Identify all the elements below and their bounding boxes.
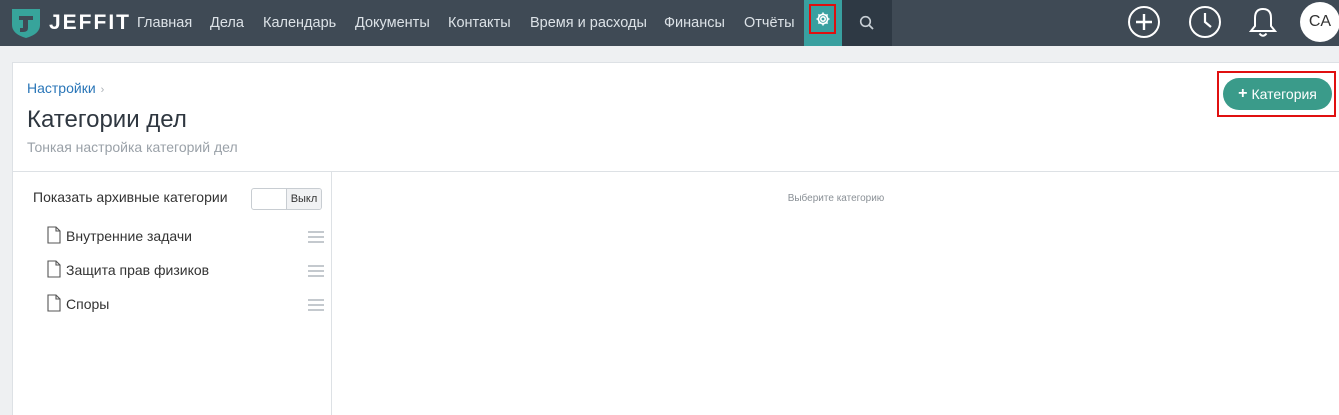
nav-item-home[interactable]: Главная [137,0,192,46]
category-item[interactable]: Внутренние задачи [47,226,325,248]
page-subtitle: Тонкая настройка категорий дел [27,139,238,155]
plus-circle-icon [1128,6,1160,38]
top-navbar: JEFFIT Главная Дела Календарь Документы … [0,0,1339,46]
breadcrumb-separator: › [100,84,105,96]
gear-icon [816,12,829,26]
empty-state-hint: Выберите категорию [787,193,885,204]
search-icon [859,15,874,30]
drag-handle-icon[interactable] [308,265,324,277]
show-archived-label: Показать архивные категории [33,189,228,205]
content-card: Настройки › Категории дел Тонкая настройк… [12,62,1339,415]
category-label: Защита прав физиков [66,262,210,278]
category-item[interactable]: Споры [47,294,325,316]
logo-shield-icon [12,9,40,38]
nav-item-cases[interactable]: Дела [210,0,244,46]
file-icon [47,294,61,312]
bell-icon [1248,7,1278,37]
category-label: Споры [66,296,110,312]
breadcrumb: Настройки › [27,80,104,96]
category-label: Внутренние задачи [66,228,192,244]
file-icon [47,260,61,278]
highlight-box: + Категория [1217,71,1336,117]
category-item[interactable]: Защита прав физиков [47,260,325,282]
page-title: Категории дел [27,106,187,133]
nav-item-documents[interactable]: Документы [355,0,430,46]
plus-icon: + [1238,85,1248,102]
user-avatar[interactable]: CA [1300,2,1339,42]
nav-item-contacts[interactable]: Контакты [448,0,511,46]
nav-item-reports[interactable]: Отчёты [744,0,795,46]
highlight-box [809,4,836,34]
clock-icon [1189,6,1221,38]
file-icon [47,226,61,244]
search-nav-button[interactable] [842,0,892,46]
breadcrumb-settings-link[interactable]: Настройки [27,80,96,96]
drag-handle-icon[interactable] [308,299,324,311]
nav-item-finance[interactable]: Финансы [664,0,725,46]
nav-item-calendar[interactable]: Календарь [263,0,336,46]
nav-item-time-expenses[interactable]: Время и расходы [530,0,647,46]
app-name: JEFFIT [49,11,132,34]
header-divider [13,171,1339,172]
settings-nav-button[interactable] [804,0,842,46]
add-category-label: Категория [1251,86,1317,102]
app-logo[interactable]: JEFFIT [11,7,131,39]
drag-handle-icon[interactable] [308,231,324,243]
toggle-off-label: Выкл [286,189,321,209]
timer-button[interactable] [1188,5,1222,39]
show-archived-toggle[interactable]: Выкл [251,188,322,210]
sidebar-divider [331,172,332,415]
quick-add-button[interactable] [1127,5,1161,39]
notifications-button[interactable] [1246,5,1280,39]
add-category-button[interactable]: + Категория [1223,78,1332,110]
